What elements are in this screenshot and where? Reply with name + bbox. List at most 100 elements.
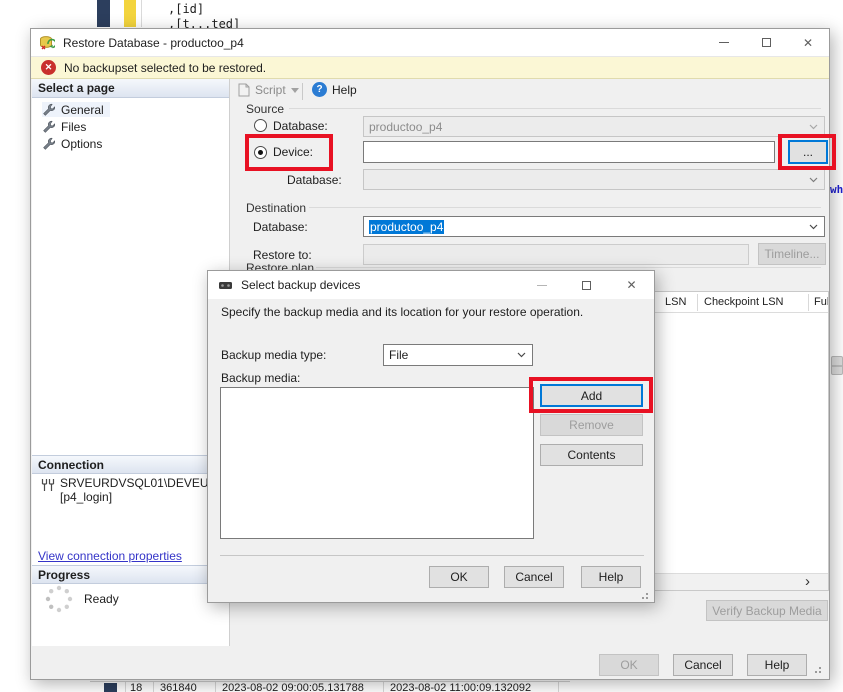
grid-gridline — [153, 682, 154, 692]
device-cancel-button[interactable]: Cancel — [504, 566, 564, 588]
source-group-label: Source — [246, 102, 284, 116]
sidebar-item-options[interactable]: Options — [42, 136, 102, 151]
view-connection-properties-link[interactable]: View connection properties — [38, 549, 182, 563]
browse-device-button[interactable]: ... — [788, 140, 828, 164]
maximize-icon — [762, 38, 771, 47]
chevron-down-icon — [809, 124, 818, 130]
restore-to-label: Restore to: — [253, 248, 312, 262]
backup-media-type-combo[interactable]: File — [383, 344, 533, 366]
device-dialog-titlebar[interactable]: Select backup devices ✕ — [208, 271, 654, 299]
row-selection-block — [104, 683, 117, 692]
grid-header-separator — [808, 294, 809, 311]
progress-status: Ready — [84, 592, 119, 606]
timeline-button[interactable]: Timeline... — [758, 243, 826, 265]
source-database-value: productoo_p4 — [369, 120, 442, 134]
ok-label: OK — [450, 570, 467, 584]
script-button[interactable]: Script — [238, 83, 299, 97]
destination-group-line — [309, 207, 821, 208]
remove-button[interactable]: Remove — [540, 414, 643, 436]
cancel-label: Cancel — [684, 658, 721, 672]
editor-margin-line — [141, 0, 142, 27]
verify-backup-media-button[interactable]: Verify Backup Media — [706, 600, 828, 621]
destination-database-combo[interactable]: productoo_p4 — [363, 216, 825, 237]
ok-label: OK — [620, 658, 637, 672]
cancel-button[interactable]: Cancel — [673, 654, 733, 676]
destination-database-value: productoo_p4 — [369, 220, 444, 234]
thumb-divider — [832, 365, 842, 367]
cancel-label: Cancel — [515, 570, 552, 584]
timeline-label: Timeline... — [765, 247, 820, 261]
help-footer-button[interactable]: Help — [747, 654, 807, 676]
resize-grip[interactable] — [646, 593, 648, 595]
device-dialog-title: Select backup devices — [241, 278, 360, 292]
source-database2-label: Database: — [287, 173, 342, 187]
editor-indicator-bar-yellow — [124, 0, 136, 27]
grid-header-lsn[interactable]: LSN — [665, 296, 686, 308]
connection-server: SRVEURDVSQL01\DEVEUR — [60, 476, 217, 490]
minimize-button[interactable] — [703, 29, 745, 56]
select-a-page-label: Select a page — [38, 81, 115, 95]
script-label: Script — [255, 83, 286, 97]
device-help-button[interactable]: Help — [581, 566, 641, 588]
grid-gridline — [125, 682, 126, 692]
chevron-down-icon — [809, 177, 818, 183]
device-radio[interactable] — [254, 146, 267, 159]
device-ok-button[interactable]: OK — [429, 566, 489, 588]
dialog-title: Restore Database - productoo_p4 — [63, 36, 244, 50]
minimize-icon — [719, 42, 729, 43]
close-icon: ✕ — [626, 279, 636, 291]
window-controls: ✕ — [703, 29, 829, 56]
database-radio[interactable] — [254, 119, 267, 132]
restore-dialog-titlebar[interactable]: Restore Database - productoo_p4 ✕ — [31, 29, 829, 56]
background-scrollbar-thumb[interactable] — [831, 356, 843, 375]
minimize-button[interactable] — [519, 271, 564, 299]
sidebar-item-general[interactable]: General — [42, 102, 110, 117]
ok-button[interactable]: OK — [599, 654, 659, 676]
close-button[interactable]: ✕ — [609, 271, 654, 299]
toolbar-separator — [302, 83, 303, 100]
restore-database-icon — [39, 35, 55, 51]
maximize-button[interactable] — [564, 271, 609, 299]
device-path-input[interactable] — [363, 141, 775, 163]
wrench-icon — [42, 137, 55, 150]
error-icon: ✕ — [41, 60, 56, 75]
grid-gridline — [558, 682, 559, 692]
select-a-page-header: Select a page — [32, 79, 229, 98]
editor-indicator-bar-navy — [97, 0, 110, 27]
grid-header-checkpoint-lsn[interactable]: Checkpoint LSN — [704, 296, 784, 308]
scroll-right-icon[interactable]: › — [805, 573, 810, 590]
contents-button[interactable]: Contents — [540, 444, 643, 466]
contents-label: Contents — [567, 448, 615, 462]
editor-sql-keyword-fragment: wh — [830, 183, 843, 196]
grid-cell: 18 — [130, 682, 142, 692]
source-database-combo[interactable]: productoo_p4 — [363, 116, 825, 137]
warning-text: No backupset selected to be restored. — [64, 61, 266, 75]
restore-to-input[interactable] — [363, 244, 749, 265]
grid-gridline — [383, 682, 384, 692]
grid-header-separator — [697, 294, 698, 311]
left-panel: Select a page General Files Options Conn… — [32, 79, 230, 646]
sidebar-item-label: Options — [61, 137, 102, 151]
backup-media-listbox[interactable] — [220, 387, 534, 539]
source-database2-combo[interactable] — [363, 169, 825, 190]
help-label: Help — [332, 83, 357, 97]
grid-header-full-lsn[interactable]: Full LS — [814, 296, 829, 308]
resize-grip[interactable] — [819, 667, 821, 669]
grid-gridline — [215, 682, 216, 692]
close-button[interactable]: ✕ — [787, 29, 829, 56]
sidebar-item-files[interactable]: Files — [42, 119, 86, 134]
database-radio-label: Database: — [273, 119, 328, 133]
wrench-icon — [42, 103, 55, 116]
source-group-line — [289, 108, 821, 109]
select-backup-devices-dialog: Select backup devices ✕ Specify the back… — [207, 270, 655, 603]
add-button[interactable]: Add — [540, 384, 643, 407]
backup-media-label: Backup media: — [221, 371, 300, 385]
screen: ,[id] ,[t...ted] wh 18 361840 2023-08-02… — [0, 0, 843, 692]
maximize-icon — [582, 281, 591, 290]
help-button[interactable]: ? Help — [312, 82, 357, 97]
sidebar-item-label: Files — [61, 120, 86, 134]
destination-group-label: Destination — [246, 201, 306, 215]
maximize-button[interactable] — [745, 29, 787, 56]
backup-device-icon — [218, 278, 233, 293]
wrench-icon — [42, 120, 55, 133]
